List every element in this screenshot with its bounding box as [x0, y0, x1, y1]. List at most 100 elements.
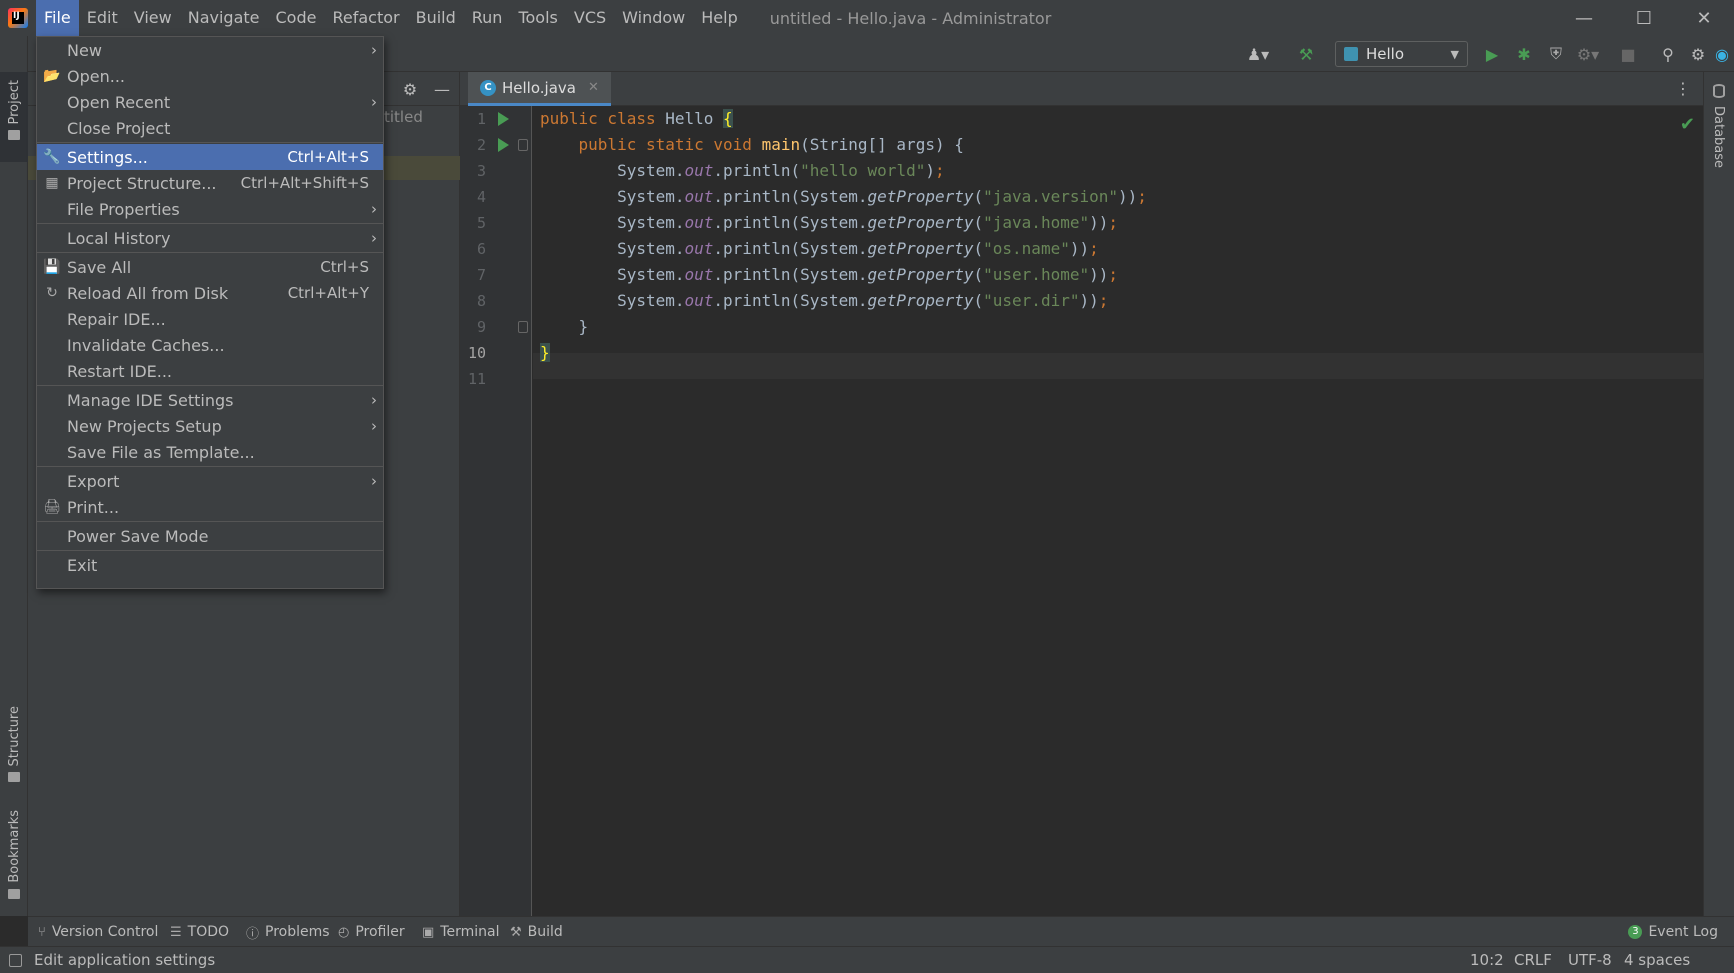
- menu-run[interactable]: Run: [464, 0, 511, 36]
- structure-tool-tab[interactable]: Structure: [0, 706, 28, 783]
- menu-refactor[interactable]: Refactor: [324, 0, 407, 36]
- file-menu-manage-ide-settings[interactable]: Manage IDE Settings ›: [37, 387, 383, 413]
- fold-marker-icon[interactable]: [518, 139, 528, 151]
- line-number[interactable]: 5: [460, 214, 486, 232]
- file-menu-open-recent[interactable]: Open Recent ›: [37, 89, 383, 115]
- menu-edit[interactable]: Edit: [79, 0, 126, 36]
- line-number[interactable]: 7: [460, 266, 486, 284]
- code-line[interactable]: public class Hello {: [540, 106, 733, 132]
- file-menu-restart-ide[interactable]: Restart IDE...: [37, 358, 383, 384]
- fold-marker-icon[interactable]: [518, 321, 528, 333]
- code-line[interactable]: public static void main(String[] args) {: [540, 132, 964, 158]
- code-line[interactable]: System.out.println(System.getProperty("u…: [540, 288, 1108, 314]
- tool-window-profiler[interactable]: ◴ Profiler: [338, 917, 405, 947]
- no-problems-check-icon[interactable]: ✔: [1680, 114, 1695, 135]
- coverage-icon[interactable]: ⛨: [1546, 44, 1566, 64]
- menu-help[interactable]: Help: [693, 0, 745, 36]
- file-menu-save-all[interactable]: 💾 Save All Ctrl+S: [37, 254, 383, 280]
- code-token: getProperty: [867, 213, 974, 232]
- close-icon[interactable]: ✕: [1674, 0, 1734, 36]
- file-menu-project-structure[interactable]: ▦ Project Structure... Ctrl+Alt+Shift+S: [37, 170, 383, 196]
- debug-icon[interactable]: ✱: [1514, 44, 1534, 64]
- run-gutter-icon[interactable]: [498, 138, 509, 152]
- code-token: out: [684, 291, 714, 310]
- code-line[interactable]: System.out.println(System.getProperty("j…: [540, 210, 1118, 236]
- toggle-tool-windows-icon[interactable]: [9, 954, 22, 967]
- file-menu-file-properties[interactable]: File Properties ›: [37, 196, 383, 222]
- file-menu-repair-ide[interactable]: Repair IDE...: [37, 306, 383, 332]
- line-number[interactable]: 6: [460, 240, 486, 258]
- indent-setting[interactable]: 4 spaces: [1624, 951, 1690, 969]
- code-line[interactable]: System.out.println(System.getProperty("u…: [540, 262, 1118, 288]
- profile-icon[interactable]: ⚙▾: [1577, 44, 1599, 64]
- menu-tools[interactable]: Tools: [510, 0, 565, 36]
- event-log-button[interactable]: 3 Event Log: [1628, 917, 1718, 947]
- search-icon[interactable]: ⚲: [1658, 44, 1678, 64]
- code-line[interactable]: }: [540, 314, 589, 340]
- tool-window-version-control[interactable]: ⑂ Version Control: [38, 917, 158, 947]
- menu-view[interactable]: View: [126, 0, 180, 36]
- minimize-icon[interactable]: —: [1554, 0, 1614, 36]
- file-menu-close-project[interactable]: Close Project: [37, 115, 383, 141]
- file-menu-local-history[interactable]: Local History ›: [37, 225, 383, 251]
- line-number[interactable]: 1: [460, 110, 486, 128]
- stop-icon[interactable]: ■: [1618, 44, 1638, 64]
- user-icon[interactable]: ♟▾: [1247, 44, 1269, 64]
- file-menu-new[interactable]: New ›: [37, 37, 383, 63]
- file-menu-open[interactable]: 📂 Open...: [37, 63, 383, 89]
- menu-build[interactable]: Build: [408, 0, 464, 36]
- file-menu-exit[interactable]: Exit: [37, 552, 383, 578]
- close-tab-icon[interactable]: ✕: [588, 80, 599, 95]
- file-menu-print[interactable]: 🖨 Print...: [37, 494, 383, 520]
- line-number[interactable]: 3: [460, 162, 486, 180]
- file-menu-power-save-mode[interactable]: Power Save Mode: [37, 523, 383, 549]
- caret-position[interactable]: 10:2: [1470, 951, 1504, 969]
- code-line[interactable]: System.out.println("hello world");: [540, 158, 945, 184]
- line-number[interactable]: 8: [460, 292, 486, 310]
- tool-window-build[interactable]: ⚒ Build: [510, 917, 563, 947]
- file-menu-new-projects-setup[interactable]: New Projects Setup ›: [37, 413, 383, 439]
- more-vertical-icon[interactable]: ⋮: [1675, 79, 1691, 98]
- bookmarks-tool-tab[interactable]: Bookmarks: [0, 810, 28, 899]
- menu-code[interactable]: Code: [268, 0, 325, 36]
- menu-file[interactable]: File: [36, 0, 79, 36]
- build-hammer-icon[interactable]: ⚒: [1296, 44, 1316, 64]
- code-line[interactable]: System.out.println(System.getProperty("j…: [540, 184, 1147, 210]
- tool-window-terminal[interactable]: ▣ Terminal: [422, 917, 499, 947]
- line-number[interactable]: 2: [460, 136, 486, 154]
- minimize-panel-icon[interactable]: —: [432, 79, 452, 99]
- file-menu-reload-all-from-disk[interactable]: ↻ Reload All from Disk Ctrl+Alt+Y: [37, 280, 383, 306]
- intellij-logo-icon[interactable]: IJ: [0, 0, 36, 36]
- maximize-icon[interactable]: ☐: [1614, 0, 1674, 36]
- menu-vcs[interactable]: VCS: [566, 0, 614, 36]
- code-token: )): [1118, 187, 1138, 206]
- code-editor[interactable]: 1 2 3 4 5 6 7 8 9 10 11 public class Hello { publi…: [460, 106, 1703, 916]
- run-icon[interactable]: ▶: [1482, 44, 1502, 64]
- run-gutter-icon[interactable]: [498, 112, 509, 126]
- file-encoding[interactable]: UTF-8: [1568, 951, 1612, 969]
- menu-window[interactable]: Window: [614, 0, 693, 36]
- code-token: Hello: [665, 109, 724, 128]
- line-separator[interactable]: CRLF: [1514, 951, 1552, 969]
- line-number[interactable]: 11: [460, 370, 486, 388]
- code-with-me-icon[interactable]: ◉: [1712, 44, 1732, 64]
- gear-icon[interactable]: ⚙: [1688, 44, 1708, 64]
- line-number[interactable]: 4: [460, 188, 486, 206]
- tool-window-todo[interactable]: ☰ TODO: [170, 917, 229, 947]
- project-tool-tab[interactable]: Project: [0, 72, 28, 162]
- line-number[interactable]: 9: [460, 318, 486, 336]
- menu-navigate[interactable]: Navigate: [180, 0, 268, 36]
- database-tool-tab[interactable]: Database: [1711, 106, 1726, 168]
- gear-icon[interactable]: ⚙: [400, 79, 420, 99]
- line-number[interactable]: 10: [460, 344, 486, 362]
- code-line[interactable]: System.out.println(System.getProperty("o…: [540, 236, 1099, 262]
- file-menu-invalidate-caches[interactable]: Invalidate Caches...: [37, 332, 383, 358]
- code-line[interactable]: }: [540, 340, 550, 366]
- tab-hello-java[interactable]: C Hello.java ✕: [468, 72, 611, 106]
- file-menu-save-file-as-template[interactable]: Save File as Template...: [37, 439, 383, 465]
- project-tree-item[interactable]: titled: [384, 108, 423, 126]
- file-menu-settings[interactable]: 🔧 Settings... Ctrl+Alt+S: [37, 144, 383, 170]
- run-configuration-select[interactable]: Hello ▼: [1335, 41, 1468, 67]
- tool-window-problems[interactable]: ⓘ Problems: [246, 917, 330, 947]
- file-menu-export[interactable]: Export ›: [37, 468, 383, 494]
